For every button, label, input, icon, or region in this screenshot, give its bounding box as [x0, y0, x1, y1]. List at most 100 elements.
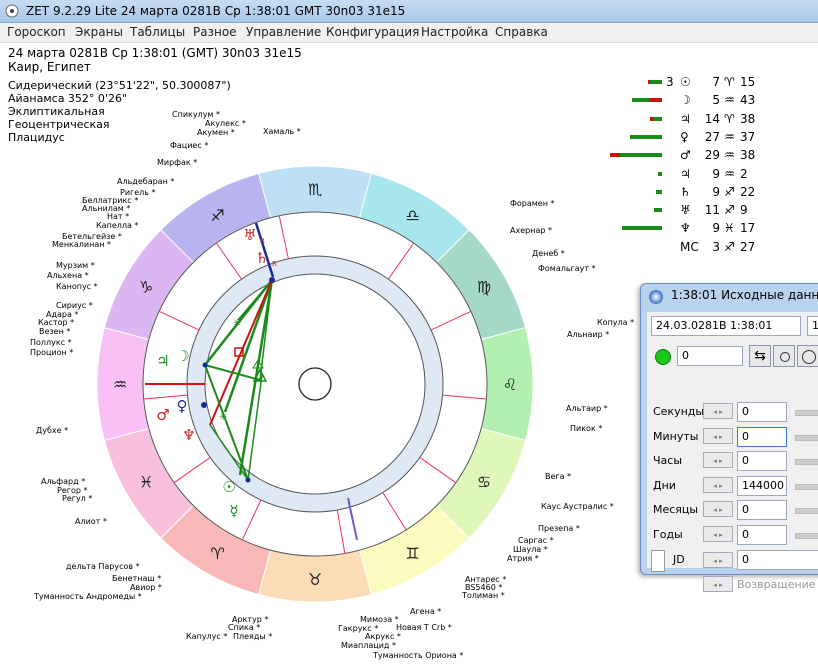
- aquarius-sign-glyph: ♒: [113, 375, 127, 394]
- time-step-slider[interactable]: [795, 410, 818, 416]
- planet-degree: 11: [704, 203, 720, 218]
- planet-symbol: ☽: [680, 93, 691, 108]
- time-step-spinner[interactable]: ◂ ▸: [703, 501, 733, 517]
- time-step-spinner[interactable]: ◂ ▸: [703, 427, 733, 444]
- jd-label: JD: [673, 553, 685, 566]
- jd-checkbox[interactable]: [651, 550, 665, 572]
- return-spinner[interactable]: ◂ ▸: [703, 576, 733, 592]
- aspect-strength-bar: [620, 153, 662, 158]
- planet-degree: 27: [704, 129, 720, 144]
- uranus-glyph[interactable]: ♅: [243, 226, 256, 244]
- planet-sign: ♈: [724, 75, 735, 89]
- aspect-strength-bar: [654, 208, 662, 213]
- jd-field[interactable]: 0: [737, 550, 818, 570]
- source-data-dialog[interactable]: 1:38:01 Исходные данные 24.03.0281В 1:38…: [640, 283, 818, 592]
- planet-symbol: ♃: [680, 166, 691, 181]
- saturn-glyph[interactable]: ♄: [255, 249, 268, 267]
- aspect-strength-bar: [650, 80, 662, 84]
- time-step-slider[interactable]: [795, 483, 818, 490]
- aspect-strength-bar: [610, 153, 620, 158]
- dialog-title: 1:38:01 Исходные данные: [671, 288, 818, 302]
- sun-glyph[interactable]: ☉: [222, 478, 235, 496]
- planet-table-row: ♃ 14 ♈ 38: [600, 111, 770, 127]
- moon-glyph[interactable]: ☽: [176, 347, 189, 365]
- planet-minutes: 22: [740, 184, 756, 199]
- time-step-slider[interactable]: [795, 532, 818, 539]
- planet-dot-venus: [201, 402, 207, 408]
- cancer-sign-glyph: ♋: [477, 473, 491, 492]
- planet-sign: ♒: [724, 93, 735, 108]
- pisces-sign-glyph: ♓: [139, 473, 153, 492]
- sextile-aspect-marker-2: ✳: [219, 412, 227, 423]
- datetime-field[interactable]: 24.03.0281В 1:38:01: [651, 316, 801, 336]
- toggle-direction-button[interactable]: ⇆: [749, 345, 771, 367]
- time-step-label: Месяцы: [653, 503, 699, 516]
- time-step-spinner[interactable]: ◂ ▸: [703, 476, 733, 493]
- planet-degree: 9: [712, 166, 720, 181]
- time-step-spinner[interactable]: ◂ ▸: [703, 525, 733, 542]
- time-step-field[interactable]: 0: [737, 524, 787, 545]
- mercury-glyph[interactable]: ☿: [229, 502, 238, 520]
- radio-option-b-button[interactable]: [797, 345, 818, 367]
- planet-table-row: ♂ 29 ♒ 38: [600, 147, 770, 163]
- time-step-slider[interactable]: [795, 434, 818, 441]
- planet-minutes: 27: [740, 239, 756, 254]
- time-step-field[interactable]: 0: [737, 500, 787, 520]
- aspect-strength-bar: [650, 116, 654, 121]
- dialog-body: 24.03.0281В 1:38:01 1 0 ⇆ Секунды ◂ ▸ 0 Мин…: [647, 312, 818, 592]
- aspect-strength-bar: [630, 134, 662, 139]
- planet-symbol: ♀: [680, 129, 689, 144]
- planet-table-row: ♆ 9 ♓ 17: [600, 220, 770, 236]
- time-step-slider[interactable]: [795, 508, 818, 514]
- planet-table-row: ☽ 5 ♒ 43: [600, 92, 770, 108]
- planet-degree: 3: [712, 239, 720, 254]
- aspect-strength-bar: [622, 226, 662, 231]
- planet-symbol: ♅: [680, 203, 691, 218]
- earth-center: [298, 367, 332, 401]
- time-step-field[interactable]: 0: [737, 426, 787, 447]
- planet-symbol: ☉: [680, 75, 691, 89]
- time-step-slider[interactable]: [795, 459, 818, 465]
- planet-minutes: 2: [740, 166, 748, 181]
- venus-glyph[interactable]: ♀: [177, 397, 188, 415]
- time-step-field[interactable]: 144000: [737, 475, 787, 496]
- radio-option-a-button[interactable]: [773, 345, 795, 367]
- time-step-field[interactable]: 0: [737, 402, 787, 422]
- jd-spinner[interactable]: ◂ ▸: [703, 552, 733, 568]
- aries-sign-glyph: ♈: [210, 544, 224, 563]
- planet-minutes: 15: [740, 75, 756, 89]
- planet-degree: 9: [712, 184, 720, 199]
- planet-sign: ♈: [724, 111, 735, 126]
- planet-degree: 7: [712, 75, 720, 89]
- step-value-field[interactable]: 0: [677, 346, 743, 366]
- jupiter-glyph[interactable]: ♃: [156, 352, 169, 370]
- green-status-icon[interactable]: [655, 349, 671, 365]
- planet-minutes: 37: [740, 129, 756, 144]
- gemini-sign-glyph: ♊: [405, 544, 419, 563]
- aspect-strength-bar: [658, 171, 662, 176]
- neptune-glyph[interactable]: ♆: [182, 426, 195, 444]
- planet-table-row: ♀ 27 ♒ 37: [600, 129, 770, 145]
- time-step-spinner[interactable]: ◂ ▸: [703, 403, 733, 419]
- planet-sign: ♐: [724, 239, 735, 254]
- aspect-strength-bar: [632, 98, 650, 103]
- time-step-field[interactable]: 0: [737, 451, 787, 471]
- time-step-label: Часы: [653, 454, 683, 467]
- planet-dot-jupiter: [202, 362, 208, 368]
- aspect-strength-bar: [656, 189, 662, 194]
- planet-degree: 5: [712, 93, 720, 108]
- retrograde-marker: R: [272, 260, 277, 268]
- planet-sign: ♒: [724, 148, 735, 163]
- planet-table-row: ♄ 9 ♐ 22: [600, 184, 770, 200]
- capricorn-sign-glyph: ♑: [139, 278, 153, 297]
- sextile-aspect-marker: ✳: [233, 318, 241, 329]
- datetime-field-2[interactable]: 1: [807, 316, 818, 336]
- mars-glyph[interactable]: ♂: [156, 406, 169, 424]
- time-step-label: Годы: [653, 527, 683, 541]
- planet-degree: 14: [704, 111, 720, 126]
- planet-minutes: 43: [740, 93, 756, 108]
- time-step-spinner[interactable]: ◂ ▸: [703, 452, 733, 468]
- dialog-app-icon: [649, 290, 663, 304]
- taurus-sign-glyph: ♉: [308, 570, 322, 589]
- return-label: Возвращение: [737, 578, 816, 591]
